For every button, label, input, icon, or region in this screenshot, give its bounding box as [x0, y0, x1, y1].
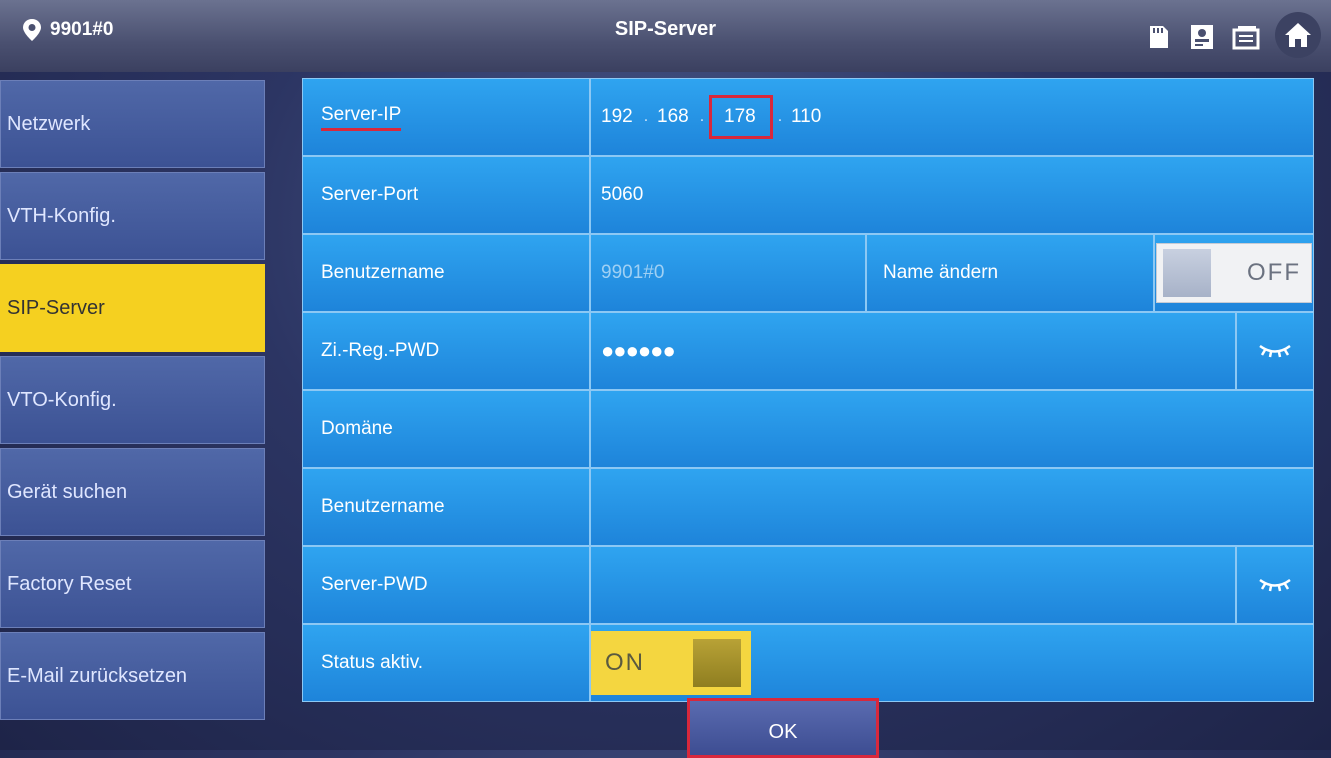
eye-closed-icon [1259, 344, 1291, 358]
domain-label: Domäne [302, 390, 590, 468]
sidebar-item-label: SIP-Server [7, 296, 105, 319]
server-port-input[interactable]: 5060 [590, 156, 1314, 234]
sidebar-item-netzwerk[interactable]: Netzwerk [0, 80, 265, 168]
sidebar-item-label: E-Mail zurücksetzen [7, 664, 188, 687]
room-pwd-input[interactable]: ●●●●●● [590, 312, 1236, 390]
home-button[interactable] [1275, 12, 1321, 58]
sidebar-item-label: VTH-Konfig. [7, 204, 116, 227]
name-change-label: Name ändern [866, 234, 1154, 312]
page-title: SIP-Server [614, 18, 717, 40]
sidebar-item-label: Factory Reset [7, 572, 132, 595]
status-toggle[interactable]: ON [591, 631, 751, 695]
sd-card-icon[interactable] [1143, 22, 1173, 52]
ip-octet-2[interactable]: 168 [657, 106, 691, 128]
toggle-knob [1163, 249, 1211, 297]
username-input[interactable]: 9901#0 [590, 234, 866, 312]
sidebar-item-vth-konfig[interactable]: VTH-Konfig. [0, 172, 265, 260]
row-server-pwd: Server-PWD [302, 546, 1314, 624]
status-label: Status aktiv. [302, 624, 590, 702]
name-change-toggle-cell: OFF [1154, 234, 1314, 312]
ip-octet-3[interactable]: 178 [709, 95, 773, 139]
ok-button[interactable]: OK [687, 698, 879, 758]
room-pwd-label: Zi.-Reg.-PWD [302, 312, 590, 390]
sidebar-item-label: Gerät suchen [7, 480, 128, 503]
row-server-port: Server-Port 5060 [302, 156, 1314, 234]
row-server-ip: Server-IP 192 . 168 . 178 . 110 [302, 78, 1314, 156]
domain-input[interactable] [590, 390, 1314, 468]
toggle-state: OFF [1247, 259, 1301, 286]
server-ip-label: Server-IP [321, 104, 402, 131]
sidebar-item-label: VTO-Konfig. [7, 388, 117, 411]
toggle-state: ON [605, 649, 645, 676]
top-bar: 9901#0 SIP-Server [0, 0, 1331, 72]
sidebar-item-vto-konfig[interactable]: VTO-Konfig. [0, 356, 265, 444]
row-domain: Domäne [302, 390, 1314, 468]
home-icon [1285, 23, 1311, 47]
toggle-knob [693, 639, 741, 687]
sip-username-input[interactable] [590, 468, 1314, 546]
server-ip-input[interactable]: 192 . 168 . 178 . 110 [590, 78, 1314, 156]
server-pwd-visibility-toggle[interactable] [1236, 546, 1314, 624]
sidebar-item-label: Netzwerk [7, 112, 91, 135]
name-change-toggle[interactable]: OFF [1156, 243, 1312, 303]
sip-username-label: Benutzername [302, 468, 590, 546]
sidebar-item-sip-server[interactable]: SIP-Server [0, 264, 265, 352]
row-room-pwd: Zi.-Reg.-PWD ●●●●●● [302, 312, 1314, 390]
row-status: Status aktiv. ON [302, 624, 1314, 702]
ip-separator: . [643, 108, 649, 125]
row-username: Benutzername 9901#0 Name ändern OFF [302, 234, 1314, 312]
sidebar-item-geraet-suchen[interactable]: Gerät suchen [0, 448, 265, 536]
status-toggle-cell: ON [590, 624, 1314, 702]
sidebar-item-factory-reset[interactable]: Factory Reset [0, 540, 265, 628]
sidebar-item-email-reset[interactable]: E-Mail zurücksetzen [0, 632, 265, 720]
server-port-label: Server-Port [302, 156, 590, 234]
server-pwd-label: Server-PWD [302, 546, 590, 624]
server-ip-label-cell: Server-IP [302, 78, 590, 156]
eye-closed-icon [1259, 578, 1291, 592]
settings-sidebar: Netzwerk VTH-Konfig. SIP-Server VTO-Konf… [0, 78, 265, 750]
room-pwd-visibility-toggle[interactable] [1236, 312, 1314, 390]
message-icon[interactable] [1231, 22, 1261, 52]
contact-card-icon[interactable] [1187, 22, 1217, 52]
username-label: Benutzername [302, 234, 590, 312]
row-username-2: Benutzername [302, 468, 1314, 546]
ip-separator: . [777, 108, 783, 125]
ip-octet-4[interactable]: 110 [791, 106, 825, 128]
ip-octet-1[interactable]: 192 [601, 106, 635, 128]
server-pwd-input[interactable] [590, 546, 1236, 624]
